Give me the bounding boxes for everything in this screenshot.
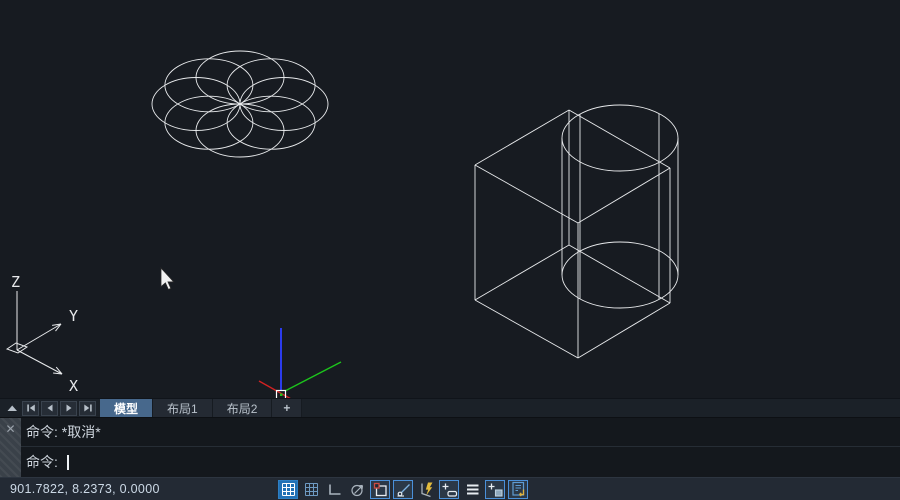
tab-navigation bbox=[0, 399, 97, 417]
tab-model[interactable]: 模型 bbox=[100, 399, 153, 417]
first-arrow-icon bbox=[25, 402, 37, 414]
cylinder-wireframe[interactable] bbox=[562, 105, 678, 308]
layout-tab-bar: 模型布局1布局2+ bbox=[0, 398, 900, 417]
status-bar: 901.7822, 8.2373, 0.0000 bbox=[0, 477, 900, 500]
isolate-objects-icon bbox=[464, 481, 481, 498]
annotation-scale-toggle[interactable] bbox=[508, 480, 528, 499]
model-up-button[interactable] bbox=[3, 401, 20, 416]
object-snap-tracking-toggle[interactable] bbox=[393, 480, 413, 499]
grid-display-toggle[interactable] bbox=[301, 480, 321, 499]
svg-text:Z: Z bbox=[11, 273, 20, 291]
coordinates-readout[interactable]: 901.7822, 8.2373, 0.0000 bbox=[0, 482, 278, 496]
drawing-viewport[interactable]: Z Y X bbox=[0, 0, 900, 398]
grid-display-icon bbox=[303, 481, 320, 498]
object-snap-tracking-icon bbox=[395, 481, 412, 498]
polar-tracking-toggle[interactable] bbox=[347, 480, 367, 499]
first-tab-button[interactable] bbox=[22, 401, 39, 416]
ortho-mode-toggle[interactable] bbox=[324, 480, 344, 499]
last-tab-button[interactable] bbox=[79, 401, 96, 416]
tab-layout2[interactable]: 布局2 bbox=[213, 399, 273, 417]
command-panel-grip[interactable]: ✕ bbox=[0, 418, 21, 477]
quick-properties-icon bbox=[487, 481, 504, 498]
ortho-mode-icon bbox=[326, 481, 343, 498]
polar-tracking-icon bbox=[349, 481, 366, 498]
isolate-objects-toggle[interactable] bbox=[462, 480, 482, 499]
command-history-line: 命令: *取消* bbox=[21, 418, 900, 447]
next-arrow-icon bbox=[63, 402, 75, 414]
command-history-text: 命令: *取消* bbox=[26, 422, 101, 442]
dynamic-input-icon bbox=[418, 481, 435, 498]
ucs-icon: Z Y X bbox=[7, 273, 78, 395]
model-space-canvas[interactable]: Z Y X bbox=[0, 0, 900, 398]
show-lineweight-toggle[interactable] bbox=[439, 480, 459, 499]
object-snap-icon bbox=[372, 481, 389, 498]
command-prompt[interactable]: 命令: bbox=[21, 447, 900, 477]
quick-properties-toggle[interactable] bbox=[485, 480, 505, 499]
text-caret bbox=[67, 455, 69, 470]
snap-mode-toggle[interactable] bbox=[278, 480, 298, 499]
prev-tab-button[interactable] bbox=[41, 401, 58, 416]
command-prompt-text: 命令: bbox=[26, 452, 58, 472]
svg-text:Y: Y bbox=[69, 307, 78, 325]
flower-pattern[interactable] bbox=[152, 51, 328, 157]
tab-new[interactable]: + bbox=[272, 399, 302, 417]
cad-application: Z Y X 模型布局1布局2+ ✕ 命令: *取消* 命令: 901.7822, 8… bbox=[0, 0, 900, 500]
layout-tabs: 模型布局1布局2+ bbox=[100, 399, 302, 417]
ucs-origin-tripod bbox=[259, 328, 341, 398]
svg-text:X: X bbox=[69, 377, 78, 395]
object-snap-toggle[interactable] bbox=[370, 480, 390, 499]
show-lineweight-icon bbox=[441, 481, 458, 498]
up-arrow-icon bbox=[6, 402, 18, 414]
tab-layout1[interactable]: 布局1 bbox=[153, 399, 213, 417]
last-arrow-icon bbox=[82, 402, 94, 414]
command-rows: 命令: *取消* 命令: bbox=[21, 418, 900, 477]
box-wireframe[interactable] bbox=[475, 110, 670, 358]
mouse-cursor bbox=[161, 268, 174, 290]
prev-arrow-icon bbox=[44, 402, 56, 414]
snap-mode-icon bbox=[280, 481, 297, 498]
next-tab-button[interactable] bbox=[60, 401, 77, 416]
close-icon[interactable]: ✕ bbox=[0, 423, 21, 435]
command-line-panel: ✕ 命令: *取消* 命令: bbox=[0, 417, 900, 477]
annotation-scale-icon bbox=[510, 481, 527, 498]
dynamic-input-toggle[interactable] bbox=[416, 480, 436, 499]
status-toggles bbox=[278, 480, 528, 499]
